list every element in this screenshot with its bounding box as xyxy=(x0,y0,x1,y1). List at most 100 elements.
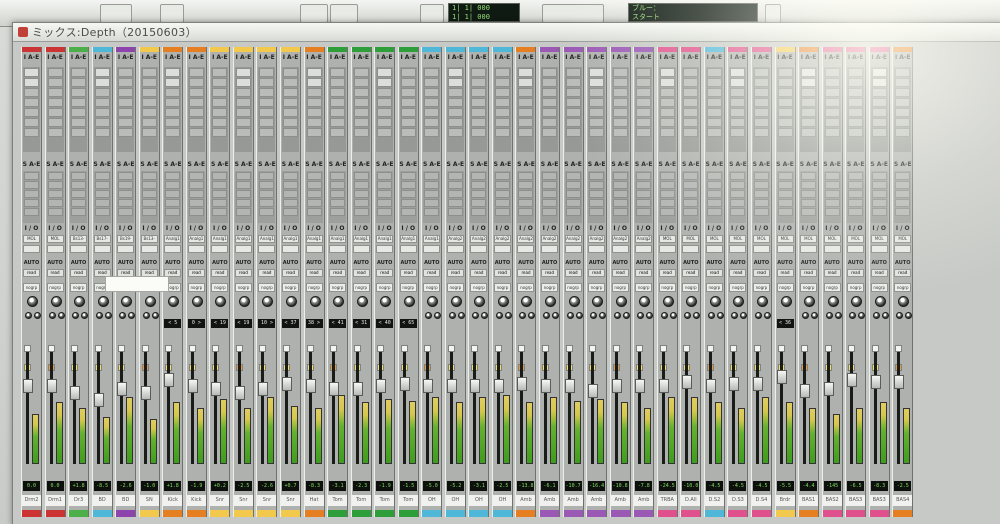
send-slot[interactable] xyxy=(424,190,440,198)
insert-slot[interactable] xyxy=(24,98,39,107)
insert-slot[interactable] xyxy=(871,108,887,117)
track-name[interactable]: Amb xyxy=(540,495,560,506)
volume-fader[interactable] xyxy=(611,352,629,472)
pan-knob-left[interactable] xyxy=(684,312,692,319)
send-slot[interactable] xyxy=(24,172,39,180)
insert-slot[interactable] xyxy=(753,98,769,107)
insert-slot[interactable] xyxy=(565,108,581,117)
pan-knob-left[interactable] xyxy=(543,312,551,319)
automation-mode[interactable]: read xyxy=(23,269,40,277)
insert-slot[interactable] xyxy=(542,98,558,107)
insert-slot[interactable] xyxy=(659,98,675,107)
send-slot[interactable] xyxy=(565,208,581,216)
insert-slot[interactable] xyxy=(47,68,63,77)
send-slot[interactable] xyxy=(471,199,487,207)
io-input-selector[interactable]: Analg2 xyxy=(470,235,488,243)
pan-knob[interactable] xyxy=(309,296,321,307)
volume-fader[interactable] xyxy=(46,352,64,472)
send-slot[interactable] xyxy=(848,199,864,207)
io-output-selector[interactable] xyxy=(894,245,912,253)
insert-slot[interactable] xyxy=(801,98,817,107)
insert-slot[interactable] xyxy=(683,128,699,137)
insert-slot[interactable] xyxy=(71,128,87,137)
insert-slot[interactable] xyxy=(683,78,699,87)
insert-slot[interactable] xyxy=(24,128,39,137)
send-slot[interactable] xyxy=(753,199,769,207)
insert-slot[interactable] xyxy=(165,108,181,117)
volume-fader[interactable] xyxy=(399,352,417,472)
send-slot[interactable] xyxy=(24,199,39,207)
insert-slot[interactable] xyxy=(895,68,911,77)
record-button[interactable] xyxy=(447,345,455,352)
send-slot[interactable] xyxy=(24,208,39,216)
io-input-selector[interactable]: Analg2 xyxy=(493,235,511,243)
pan-knob-right[interactable] xyxy=(81,312,89,319)
io-output-selector[interactable] xyxy=(847,245,865,253)
io-input-selector[interactable]: Analg1 xyxy=(423,235,441,243)
send-slot[interactable] xyxy=(542,199,558,207)
send-slot[interactable] xyxy=(801,199,817,207)
io-input-selector[interactable]: MOL xyxy=(776,235,794,243)
automation-mode[interactable]: read xyxy=(611,269,629,277)
io-input-selector[interactable]: Bs17-18 xyxy=(93,235,111,243)
insert-slot[interactable] xyxy=(235,68,251,77)
pan-knob-left[interactable] xyxy=(896,312,904,319)
pan-knob-right[interactable] xyxy=(811,312,819,319)
send-slot[interactable] xyxy=(47,208,63,216)
send-slot[interactable] xyxy=(306,199,322,207)
send-slot[interactable] xyxy=(235,190,251,198)
send-slot[interactable] xyxy=(848,208,864,216)
insert-slot[interactable] xyxy=(824,88,840,97)
insert-slot[interactable] xyxy=(777,118,793,127)
send-slot[interactable] xyxy=(235,172,251,180)
automation-mode[interactable]: read xyxy=(635,269,653,277)
insert-slot[interactable] xyxy=(212,88,228,97)
insert-slot[interactable] xyxy=(141,68,157,77)
track-name[interactable]: OH xyxy=(422,495,442,506)
send-slot[interactable] xyxy=(94,208,110,216)
track-name[interactable]: Dr3 xyxy=(69,495,89,506)
send-slot[interactable] xyxy=(165,199,181,207)
insert-slot[interactable] xyxy=(471,98,487,107)
automation-mode[interactable]: read xyxy=(517,269,535,277)
automation-mode[interactable]: read xyxy=(823,269,841,277)
insert-slot[interactable] xyxy=(94,108,110,117)
insert-slot[interactable] xyxy=(424,88,440,97)
send-slot[interactable] xyxy=(141,190,157,198)
group-selector[interactable]: nogrp xyxy=(823,283,841,292)
insert-slot[interactable] xyxy=(659,68,675,77)
io-output-selector[interactable] xyxy=(635,245,653,253)
record-button[interactable] xyxy=(353,345,361,352)
pan-knob-left[interactable] xyxy=(802,312,810,319)
insert-slot[interactable] xyxy=(47,118,63,127)
insert-slot[interactable] xyxy=(283,108,299,117)
insert-slot[interactable] xyxy=(212,118,228,127)
pan-knob-left[interactable] xyxy=(425,312,433,319)
insert-slot[interactable] xyxy=(706,78,722,87)
insert-slot[interactable] xyxy=(824,68,840,77)
send-slot[interactable] xyxy=(542,172,558,180)
send-slot[interactable] xyxy=(447,199,463,207)
insert-slot[interactable] xyxy=(235,108,251,117)
insert-slot[interactable] xyxy=(683,88,699,97)
pan-knob[interactable] xyxy=(733,296,745,307)
automation-mode[interactable]: read xyxy=(682,269,700,277)
volume-fader[interactable] xyxy=(517,352,534,472)
insert-slot[interactable] xyxy=(871,118,887,127)
toolbar-button[interactable] xyxy=(100,4,132,23)
track-name[interactable]: Kick xyxy=(163,495,183,506)
insert-slot[interactable] xyxy=(518,68,534,77)
send-slot[interactable] xyxy=(188,181,204,189)
insert-slot[interactable] xyxy=(24,68,39,77)
insert-slot[interactable] xyxy=(118,68,134,77)
send-slot[interactable] xyxy=(306,172,322,180)
fader-cap[interactable] xyxy=(611,379,622,394)
insert-slot[interactable] xyxy=(706,128,722,137)
send-slot[interactable] xyxy=(683,172,699,180)
io-input-selector[interactable]: Analg1 xyxy=(234,235,252,243)
pan-knob[interactable] xyxy=(450,296,462,307)
record-button[interactable] xyxy=(212,345,220,352)
group-selector[interactable]: nogrp xyxy=(70,283,88,292)
volume-fader[interactable] xyxy=(564,352,582,472)
send-slot[interactable] xyxy=(565,190,581,198)
